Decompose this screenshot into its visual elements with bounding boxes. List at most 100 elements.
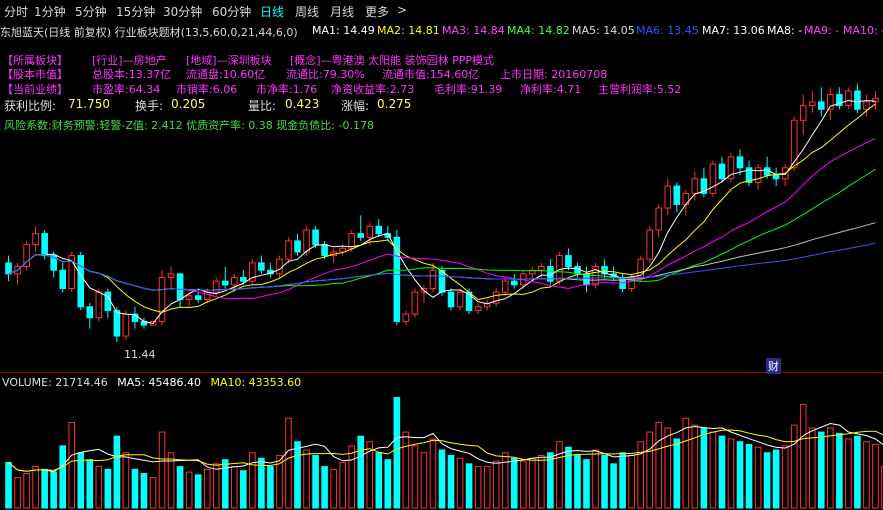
candle-body [95, 291, 103, 319]
candle-body [808, 101, 816, 107]
more-arrow-icon[interactable]: > [397, 3, 407, 17]
candle-body [664, 185, 672, 209]
volume-bar [456, 457, 464, 509]
candle-body [845, 90, 852, 107]
total-shares: 总股本:13.37亿 [92, 68, 172, 81]
volume-bar [556, 441, 563, 509]
candle-body [673, 185, 681, 205]
net-margin: 净利率:4.71 [520, 83, 582, 96]
volume-bar [321, 466, 328, 509]
volume-bar [709, 431, 717, 509]
volume-bar [827, 427, 834, 509]
profit-ratio-label: 获利比例: [4, 99, 57, 113]
ma4-value: MA4: 14.82 [507, 24, 570, 37]
volume-bar [176, 466, 184, 509]
candle-body [646, 229, 654, 260]
volume-legend: VOLUME: 21714.46 MA5: 45486.40 MA10: 433… [2, 376, 301, 389]
tab-3[interactable]: 15分钟 [116, 3, 155, 20]
volume-label: VOLUME: 21714.46 [2, 376, 108, 389]
volume-bar [529, 457, 536, 509]
volume-bar [836, 432, 843, 509]
volume-bar [682, 417, 690, 509]
float-ratio: 流通比:79.30% [286, 68, 365, 81]
volume-bar [230, 466, 238, 509]
volume-bar [610, 463, 617, 509]
tab-1[interactable]: 1分钟 [34, 3, 66, 20]
volume-bar [817, 431, 825, 509]
candle-body [312, 229, 319, 246]
candle-body [59, 269, 67, 290]
profit-ratio-value: 71.750 [68, 97, 110, 111]
volume-bar [303, 449, 310, 509]
capital-header: 【股本市值】 [2, 68, 68, 81]
ma9-value: MA9: - [804, 24, 840, 37]
volume-bar [5, 461, 12, 509]
candle-body [294, 240, 301, 253]
tab-6[interactable]: 日线 [260, 3, 284, 20]
volume-ratio-label: 量比: [248, 99, 277, 113]
volume-bar [854, 435, 861, 509]
tab-4[interactable]: 30分钟 [163, 3, 202, 20]
tab-2[interactable]: 5分钟 [75, 3, 107, 20]
tab-7[interactable]: 周线 [295, 3, 319, 20]
volume-bar [700, 427, 708, 509]
candle-body [303, 229, 310, 253]
change-label: 涨幅: [341, 99, 370, 113]
volume-bar [790, 424, 798, 509]
volume-bar [808, 427, 816, 509]
volume-bar [420, 452, 428, 509]
volume-bar [330, 468, 337, 509]
candle-body [817, 101, 825, 110]
volume-bar [86, 459, 94, 509]
volume-bar [158, 431, 166, 509]
candle-body [122, 313, 130, 337]
tab-5[interactable]: 60分钟 [212, 3, 251, 20]
candle-body [799, 105, 807, 121]
candle-body [655, 207, 663, 231]
ma-legend: 东旭蓝天(日线 前复权) 行业板块题材(13,5,60,0,21,44,6,0)… [0, 24, 883, 40]
volume-bar [194, 474, 202, 509]
candle-body [429, 269, 437, 290]
candle-body [167, 273, 175, 279]
operating-margin: 主营利润率:5.52 [598, 83, 682, 96]
tab-8[interactable]: 月线 [330, 3, 354, 20]
volume-bar [375, 452, 383, 509]
candle-body [438, 269, 446, 293]
candle-body [176, 273, 184, 300]
tab-0[interactable]: 分时 [4, 3, 28, 20]
candle-body [32, 233, 39, 246]
volume-bar [59, 445, 67, 509]
change-value: 0.275 [377, 97, 412, 111]
volume-ratio-value: 0.423 [285, 97, 320, 111]
risk-factor: 风险系数:财务预警:轻警-Z值: 2.412 优质资产率: 0.38 现金负债比… [4, 119, 374, 132]
volume-bar [483, 466, 491, 509]
volume-bar [312, 455, 319, 509]
volume-bar [574, 455, 581, 509]
volume-bar [799, 403, 807, 509]
volume-bar [628, 455, 635, 509]
volume-bar [68, 421, 76, 509]
volume-bar [50, 471, 57, 509]
volume-bar [465, 463, 473, 509]
volume-bar [104, 468, 112, 509]
volume-bar [501, 452, 509, 509]
ma8-value: MA8: - [767, 24, 803, 37]
candle-body [113, 309, 121, 337]
candle-body [185, 295, 193, 300]
volume-bar [447, 455, 455, 509]
candle-body [447, 291, 455, 308]
candle-body [230, 277, 238, 286]
finance-badge[interactable]: 财 [766, 358, 781, 374]
volume-bar [781, 445, 789, 509]
volume-bar [429, 438, 437, 509]
volume-bar [492, 460, 500, 509]
volume-bar [863, 441, 870, 509]
ma7-value: MA7: 13.06 [702, 24, 765, 37]
volume-bar [673, 438, 681, 509]
tab-9[interactable]: 更多 [365, 3, 389, 20]
low-price-label: 11.44 [124, 348, 156, 361]
period-toolbar: 分时 1分钟 5分钟 15分钟 30分钟 60分钟 日线 周线 月线 更多 > [0, 0, 883, 22]
volume-bar [519, 460, 527, 509]
volume-bar [772, 449, 780, 509]
volume-bar [267, 466, 274, 509]
